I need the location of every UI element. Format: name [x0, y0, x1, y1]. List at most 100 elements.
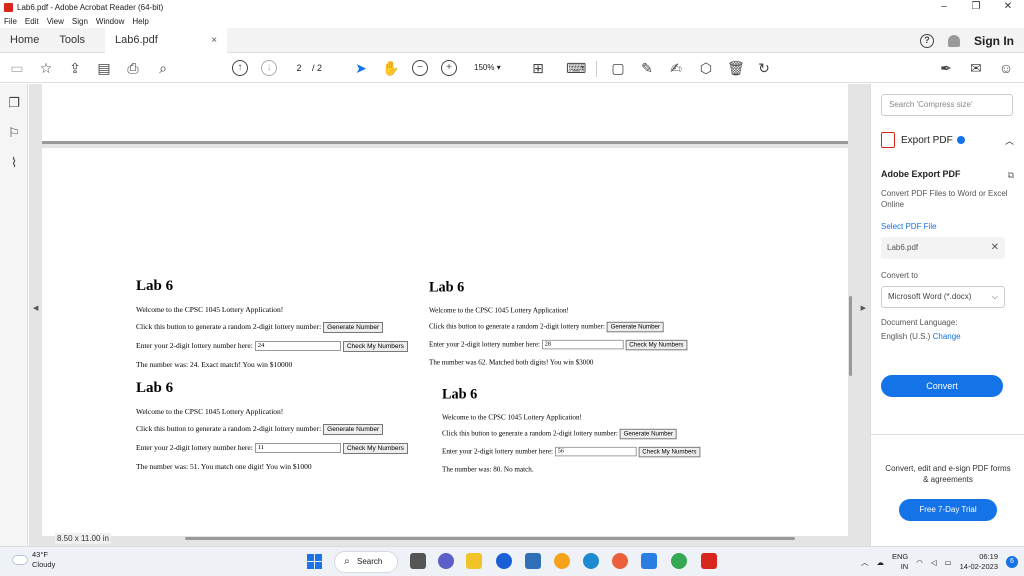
- menu-file[interactable]: File: [4, 17, 17, 26]
- tab-home[interactable]: Home: [0, 28, 49, 53]
- highlight-pen-icon[interactable]: ✎: [639, 60, 655, 76]
- check-numbers-button[interactable]: Check My Numbers: [342, 341, 408, 352]
- share-file-icon[interactable]: ▤: [96, 60, 112, 76]
- sign-in-button[interactable]: Sign In: [974, 34, 1014, 48]
- user-share-icon[interactable]: ☺: [998, 60, 1014, 76]
- email-icon[interactable]: ✉: [968, 60, 984, 76]
- copy-icon[interactable]: ⧉: [881, 170, 1014, 181]
- lottery-number-input[interactable]: 28: [541, 340, 624, 350]
- scroll-mode-icon[interactable]: ⌨: [566, 60, 586, 76]
- tab-document[interactable]: Lab6.pdf ×: [105, 27, 228, 53]
- collapse-right-panel-icon[interactable]: ▶: [861, 304, 866, 312]
- collapse-left-panel-icon[interactable]: ◀: [33, 304, 38, 312]
- generate-number-button[interactable]: Generate Number: [606, 321, 664, 333]
- hand-tool-icon[interactable]: ✋: [382, 60, 399, 76]
- page-thumbnails-icon[interactable]: ❐: [7, 96, 21, 110]
- convert-format-select[interactable]: Microsoft Word (*.docx) ⌵: [881, 286, 1005, 308]
- export-pdf-header[interactable]: Export PDF ︿: [881, 132, 1014, 148]
- help-icon[interactable]: ?: [920, 33, 934, 48]
- windows-taskbar: 43°F Cloudy ⌕ Search ︿ ☁ ENG IN ◠ ◁ ▭ 06…: [0, 546, 1024, 576]
- menu-view[interactable]: View: [47, 17, 64, 26]
- enter-row: Enter your 2-digit lottery number here: 2…: [136, 341, 408, 352]
- menu-edit[interactable]: Edit: [25, 17, 39, 26]
- wifi-icon[interactable]: ◠: [916, 558, 923, 567]
- clear-file-icon[interactable]: ✕: [991, 237, 999, 259]
- lottery-number-input[interactable]: 56: [554, 447, 637, 457]
- page-total: / 2: [312, 63, 323, 73]
- save-icon[interactable]: ▭: [9, 60, 25, 76]
- microsoft-store-icon[interactable]: [525, 553, 541, 569]
- selected-file-field[interactable]: Lab6.pdf ✕: [881, 237, 1005, 259]
- next-page-icon[interactable]: ↓: [261, 60, 277, 76]
- menu-sign[interactable]: Sign: [72, 17, 88, 26]
- comment-icon[interactable]: ▢: [610, 60, 626, 76]
- notification-bell-icon[interactable]: [948, 34, 960, 47]
- link-sign-icon[interactable]: ✒: [938, 60, 954, 76]
- clock[interactable]: 06:19 14-02-2023: [960, 552, 998, 572]
- rotate-icon[interactable]: ↻: [756, 60, 772, 76]
- menu-window[interactable]: Window: [96, 17, 124, 26]
- zoom-level-select[interactable]: 150% ▾: [468, 61, 512, 75]
- tools-search-input[interactable]: Search 'Compress size': [881, 94, 1013, 116]
- close-button[interactable]: ✕: [992, 0, 1024, 14]
- taskbar-search[interactable]: ⌕ Search: [334, 551, 398, 573]
- teams-chat-icon[interactable]: [438, 553, 454, 569]
- tray-weather-icon[interactable]: ☁: [876, 558, 884, 567]
- change-language-link[interactable]: Change: [933, 332, 961, 341]
- menu-help[interactable]: Help: [132, 17, 148, 26]
- notepad-icon[interactable]: [641, 553, 657, 569]
- zoom-out-icon[interactable]: −: [412, 60, 428, 76]
- horizontal-scrollbar[interactable]: [185, 537, 795, 540]
- delete-icon[interactable]: 🗑: [727, 60, 745, 76]
- task-view-icon[interactable]: [410, 553, 426, 569]
- print-icon[interactable]: ⎙: [125, 60, 141, 76]
- attachments-icon[interactable]: ⌇: [7, 156, 21, 170]
- battery-icon[interactable]: ▭: [945, 558, 952, 567]
- lab-block-1: Lab 6 Welcome to the CPSC 1045 Lottery A…: [136, 278, 408, 377]
- convert-button[interactable]: Convert: [881, 375, 1003, 397]
- chevron-up-icon[interactable]: ︿: [1005, 134, 1014, 147]
- select-cursor-icon[interactable]: ➤: [353, 60, 369, 76]
- zoom-in-icon[interactable]: +: [441, 60, 457, 76]
- lottery-number-input[interactable]: 24: [254, 341, 341, 352]
- clock-date: 14-02-2023: [959, 562, 998, 571]
- select-pdf-label[interactable]: Select PDF File: [881, 222, 1014, 231]
- volume-icon[interactable]: ◁: [931, 558, 937, 567]
- acrobat-taskbar-icon[interactable]: [701, 553, 717, 569]
- file-explorer-icon[interactable]: [466, 553, 482, 569]
- chrome-browser-icon[interactable]: [671, 553, 687, 569]
- draw-icon[interactable]: ✍: [668, 60, 684, 76]
- fit-page-icon[interactable]: ⊞: [530, 60, 546, 76]
- search-zoom-icon[interactable]: ⌕: [155, 60, 171, 76]
- check-numbers-button[interactable]: Check My Numbers: [342, 443, 408, 454]
- edge-browser-icon[interactable]: [583, 553, 599, 569]
- tab-tools[interactable]: Tools: [49, 28, 95, 53]
- bookmarks-icon[interactable]: ⚐: [7, 126, 21, 140]
- windows-start-icon[interactable]: [307, 554, 322, 569]
- chrome-canary-icon[interactable]: [612, 553, 628, 569]
- check-numbers-button[interactable]: Check My Numbers: [625, 339, 688, 351]
- previous-page-icon[interactable]: ↑: [232, 60, 248, 76]
- notification-count-badge[interactable]: 6: [1006, 556, 1018, 568]
- free-trial-button[interactable]: Free 7-Day Trial: [899, 499, 997, 521]
- check-numbers-button[interactable]: Check My Numbers: [638, 446, 701, 458]
- maximize-button[interactable]: ❐: [960, 0, 992, 14]
- minimize-button[interactable]: –: [928, 0, 960, 14]
- lottery-number-input[interactable]: 11: [254, 443, 341, 454]
- generate-number-button[interactable]: Generate Number: [619, 428, 677, 440]
- stamp-icon[interactable]: ⬡: [698, 60, 714, 76]
- input-language[interactable]: ENG IN: [892, 552, 908, 572]
- weather-widget[interactable]: 43°F Cloudy: [12, 550, 55, 570]
- zoom-app-icon[interactable]: [496, 553, 512, 569]
- page-number-input[interactable]: 2: [290, 61, 308, 75]
- document-viewer[interactable]: Lab 6 Welcome to the CPSC 1045 Lottery A…: [29, 84, 870, 546]
- bookmark-star-icon[interactable]: ☆: [38, 60, 54, 76]
- generate-number-button[interactable]: Generate Number: [323, 322, 384, 333]
- vertical-scrollbar[interactable]: [849, 296, 852, 376]
- python-app-icon[interactable]: [554, 553, 570, 569]
- tab-close-icon[interactable]: ×: [211, 28, 217, 53]
- upload-cloud-icon[interactable]: ⇪: [67, 60, 83, 76]
- generate-number-button[interactable]: Generate Number: [323, 424, 384, 435]
- document-language-label: Document Language:: [881, 318, 958, 327]
- tray-chevron-icon[interactable]: ︿: [861, 557, 869, 568]
